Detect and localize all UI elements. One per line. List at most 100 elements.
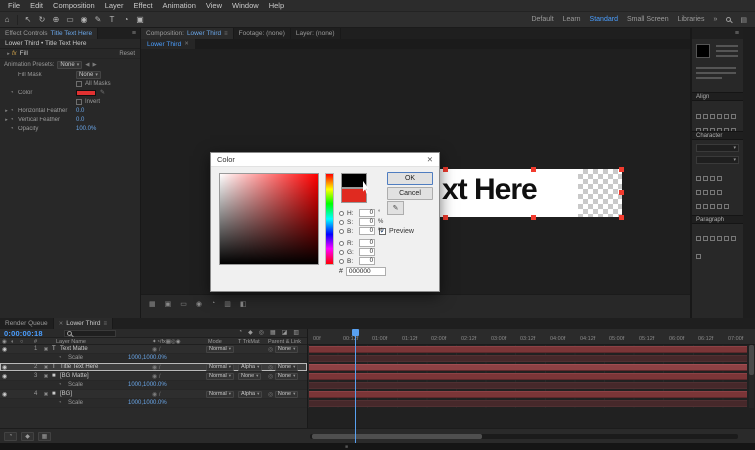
timeline-vertical-scrollbar[interactable]	[749, 345, 754, 408]
stopwatch-icon[interactable]: ◔	[10, 117, 18, 123]
paragraph-panel-header[interactable]: Paragraph	[692, 215, 743, 224]
superscript-icon[interactable]	[724, 204, 729, 209]
align-right-icon[interactable]	[710, 114, 715, 119]
workspace-overflow-icon[interactable]: »	[713, 16, 717, 23]
menu-view[interactable]: View	[201, 1, 227, 10]
preview-time-icon[interactable]: ◔	[211, 300, 215, 307]
panel-list-icon[interactable]: ▤	[740, 16, 747, 24]
timeline-search-input[interactable]	[64, 330, 116, 337]
twirl-icon[interactable]: ▸	[3, 108, 10, 114]
panel-menu-icon[interactable]: ≡	[224, 31, 228, 37]
font-family-dropdown[interactable]: ▾	[696, 144, 739, 152]
preset-prev-icon[interactable]: ◀	[85, 62, 89, 68]
green-value-field[interactable]: 0	[359, 248, 375, 256]
eye-toggle-icon[interactable]: ◉	[2, 390, 7, 398]
faux-bold-icon[interactable]	[696, 204, 701, 209]
pen-tool-icon[interactable]: ✎	[91, 15, 105, 24]
fast-previews-icon[interactable]: ◧	[240, 300, 247, 308]
justify-last-right-icon[interactable]	[731, 236, 736, 241]
stopwatch-icon[interactable]: ◔	[10, 108, 18, 114]
hue-value-field[interactable]: 0	[359, 209, 375, 217]
green-radio[interactable]	[339, 249, 344, 255]
expand-inout-toggle[interactable]: ▦	[38, 431, 51, 441]
type-tool-icon[interactable]: T	[105, 15, 119, 24]
parent-pickwhip-icon[interactable]: ◎	[268, 364, 273, 371]
expand-layer-switches-toggle[interactable]: ◔	[4, 431, 17, 441]
tab-composition[interactable]: Composition: Lower Third ≡	[141, 28, 234, 39]
parent-dropdown[interactable]: None ▾	[274, 363, 299, 371]
close-icon[interactable]: ✕	[59, 321, 64, 327]
menu-layer[interactable]: Layer	[100, 1, 129, 10]
panel-menu-icon[interactable]: ≡	[103, 321, 107, 327]
layer-row-text-matte[interactable]: ◉ 1 T Text Matte ◉ / Normal ▾ ◎ None ▾	[0, 345, 307, 354]
mask-tool-icon[interactable]: ◉	[77, 15, 91, 24]
resolution-control-icon[interactable]: ▥	[224, 300, 231, 308]
brightness-value-field[interactable]: 0	[359, 227, 375, 235]
workspace-standard[interactable]: Standard	[590, 16, 618, 23]
twirl-icon[interactable]: ▸	[3, 117, 10, 123]
menu-window[interactable]: Window	[227, 1, 264, 10]
magnification-control-icon[interactable]: ▦	[149, 300, 156, 308]
opacity-value[interactable]: 100.0%	[76, 126, 96, 132]
playhead-line[interactable]	[355, 329, 356, 443]
brightness-radio[interactable]	[339, 228, 344, 234]
stroke-width-icon[interactable]	[696, 190, 701, 195]
parent-pickwhip-icon[interactable]: ◎	[268, 391, 273, 398]
menu-composition[interactable]: Composition	[48, 1, 100, 10]
expand-transfer-controls-toggle[interactable]: ◆	[21, 431, 34, 441]
saturation-value-field[interactable]: 0	[359, 218, 375, 226]
eye-toggle-icon[interactable]: ◉	[2, 345, 7, 353]
leading-icon[interactable]	[703, 176, 708, 181]
motion-blur-icon[interactable]: ◪	[282, 329, 288, 336]
all-caps-icon[interactable]	[710, 204, 715, 209]
composition-mini-flowchart-icon[interactable]: ◔	[238, 329, 242, 336]
parent-pickwhip-icon[interactable]: ◎	[268, 373, 273, 380]
hue-radio[interactable]	[339, 210, 344, 216]
parent-dropdown[interactable]: None ▾	[274, 372, 299, 380]
saturation-brightness-field[interactable]	[219, 173, 319, 265]
property-row-scale[interactable]: ◔ Scale 1000,1000.0%	[0, 354, 307, 363]
shy-layers-icon[interactable]: ◎	[259, 329, 264, 336]
saturation-radio[interactable]	[339, 219, 344, 225]
selection-handle[interactable]	[619, 167, 624, 172]
viewer-tab-lower-third[interactable]: Lower Third ✕	[141, 39, 195, 49]
label-color-swatch[interactable]	[44, 392, 48, 396]
layer-switches-icons[interactable]: ◉ /	[152, 345, 161, 353]
blue-radio[interactable]	[339, 258, 344, 264]
cancel-button[interactable]: Cancel	[387, 187, 433, 200]
fill-mask-dropdown[interactable]: None ▾	[76, 70, 101, 79]
region-of-interest-icon[interactable]: ▭	[180, 300, 187, 308]
layer-switches-icons[interactable]: ◉ /	[152, 363, 161, 371]
workspace-learn[interactable]: Learn	[563, 16, 581, 23]
scrollbar-thumb[interactable]	[749, 345, 754, 375]
layer-duration-bar[interactable]	[309, 346, 747, 353]
align-panel-header[interactable]: Align	[692, 92, 743, 101]
brush-tool-icon[interactable]: ◔	[119, 15, 133, 24]
layer-duration-bar[interactable]	[309, 373, 747, 380]
horizontal-scale-icon[interactable]	[710, 190, 715, 195]
tab-footage[interactable]: Footage: (none)	[234, 28, 291, 39]
home-icon[interactable]: ⌂	[0, 15, 14, 24]
menu-effect[interactable]: Effect	[128, 1, 157, 10]
dialog-titlebar[interactable]: Color ✕	[211, 153, 439, 167]
menu-animation[interactable]: Animation	[158, 1, 201, 10]
label-color-swatch[interactable]	[44, 365, 48, 369]
grid-tool-icon[interactable]: ▣	[133, 15, 147, 24]
align-top-icon[interactable]	[717, 114, 722, 119]
vertical-feather-value[interactable]: 0.0	[76, 117, 84, 123]
panel-menu-icon[interactable]: ≡	[731, 28, 743, 39]
fill-color-swatch[interactable]	[76, 89, 96, 96]
center-text-icon[interactable]	[703, 236, 708, 241]
layer-switches-icons[interactable]: ◉ /	[152, 390, 161, 398]
character-panel-header[interactable]: Character	[692, 131, 743, 140]
red-value-field[interactable]: 0	[359, 239, 375, 247]
selection-handle[interactable]	[619, 190, 624, 195]
kerning-icon[interactable]	[710, 176, 715, 181]
align-center-v-icon[interactable]	[724, 114, 729, 119]
animation-presets-dropdown[interactable]: None ▾	[57, 60, 83, 69]
trkmat-dropdown[interactable]: None ▾	[238, 372, 262, 380]
label-color-swatch[interactable]	[44, 374, 48, 378]
font-size-icon[interactable]	[696, 176, 701, 181]
graph-editor-icon[interactable]: ▥	[293, 329, 299, 336]
tab-effect-controls[interactable]: Effect Controls Title Text Here	[0, 28, 99, 39]
